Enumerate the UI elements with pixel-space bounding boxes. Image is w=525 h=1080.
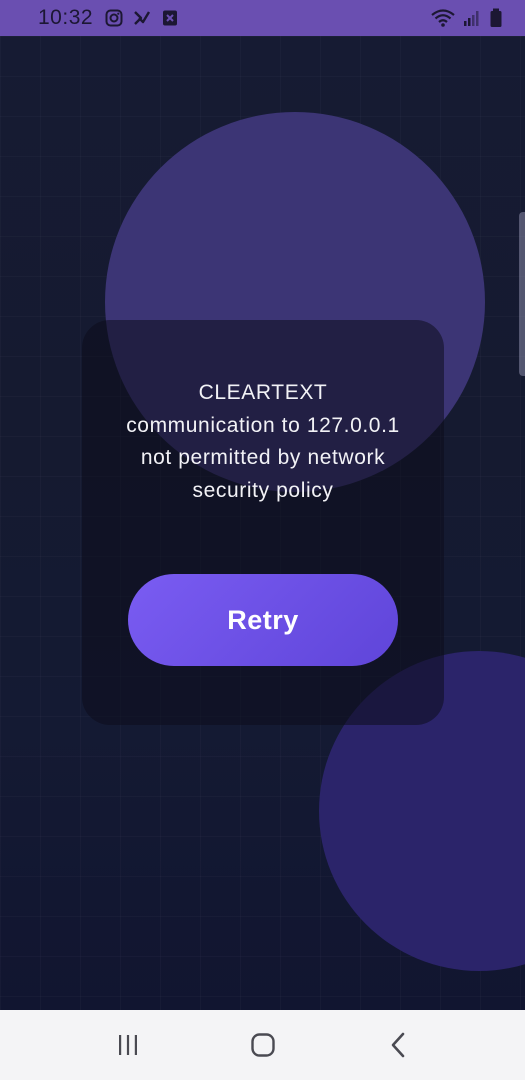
edge-panel-handle[interactable]	[519, 212, 525, 376]
status-bar: 10:32	[0, 0, 525, 36]
instagram-icon	[105, 9, 123, 27]
app-background: CLEARTEXT communication to 127.0.0.1 not…	[0, 36, 525, 1010]
wifi-icon	[431, 8, 455, 28]
error-card: CLEARTEXT communication to 127.0.0.1 not…	[82, 320, 444, 725]
home-icon	[250, 1032, 276, 1058]
back-button[interactable]	[368, 1015, 428, 1075]
navigation-bar	[0, 1010, 525, 1080]
back-icon	[388, 1032, 408, 1058]
status-system-icons	[431, 8, 503, 28]
checkmark-app-icon	[133, 9, 151, 27]
status-time: 10:32	[38, 6, 94, 29]
box-x-icon	[161, 9, 179, 27]
recent-apps-button[interactable]	[98, 1015, 158, 1075]
signal-icon	[463, 9, 481, 27]
retry-button[interactable]: Retry	[128, 574, 398, 666]
battery-icon	[489, 8, 503, 28]
home-button[interactable]	[233, 1015, 293, 1075]
app-screen: 10:32 CLEARTEXT communication to 127.0.0…	[0, 0, 525, 1080]
status-notification-icons	[105, 9, 179, 27]
recent-apps-icon	[116, 1033, 140, 1057]
error-message: CLEARTEXT communication to 127.0.0.1 not…	[126, 381, 400, 502]
